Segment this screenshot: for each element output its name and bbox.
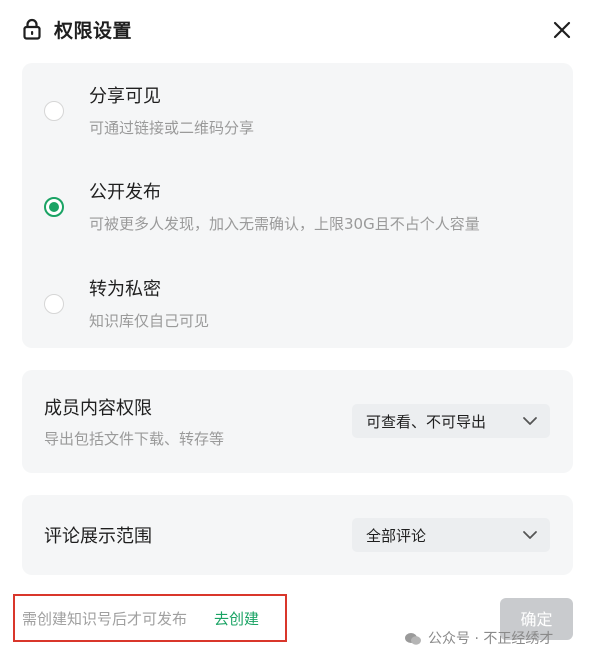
close-icon[interactable] xyxy=(548,16,576,44)
create-knowledge-link[interactable]: 去创建 xyxy=(214,608,259,629)
publish-notice-text: 需创建知识号后才可发布 xyxy=(22,610,188,628)
visibility-options-card: 分享可见 可通过链接或二维码分享 公开发布 可被更多人发现，加入无需确认，上限3… xyxy=(22,63,573,348)
option-public-publish[interactable]: 公开发布 可被更多人发现，加入无需确认，上限30G且不占个人容量 xyxy=(22,159,573,249)
option-desc: 可被更多人发现，加入无需确认，上限30G且不占个人容量 xyxy=(89,215,480,233)
chevron-down-icon xyxy=(523,417,537,425)
option-private[interactable]: 转为私密 知识库仅自己可见 xyxy=(22,256,573,346)
chevron-down-icon xyxy=(523,531,537,539)
watermark-text: 公众号 · 不正经绣才 xyxy=(428,631,554,647)
select-value: 可查看、不可导出 xyxy=(366,413,487,431)
comment-scope-card: 评论展示范围 全部评论 xyxy=(22,495,573,575)
lock-icon xyxy=(23,18,41,40)
option-desc: 知识库仅自己可见 xyxy=(89,312,210,330)
wechat-icon xyxy=(405,633,421,645)
option-title: 公开发布 xyxy=(89,182,161,203)
option-desc: 可通过链接或二维码分享 xyxy=(89,119,255,137)
radio-private[interactable] xyxy=(44,294,64,314)
permission-settings-dialog: 权限设置 分享可见 可通过链接或二维码分享 公开发布 可被更多人发现，加入无需确… xyxy=(0,0,600,647)
option-title: 分享可见 xyxy=(89,86,161,107)
dialog-title: 权限设置 xyxy=(54,20,133,42)
member-permission-card: 成员内容权限 导出包括文件下载、转存等 可查看、不可导出 xyxy=(22,370,573,473)
comment-scope-select[interactable]: 全部评论 xyxy=(352,518,550,552)
member-permission-desc: 导出包括文件下载、转存等 xyxy=(44,430,225,448)
select-value: 全部评论 xyxy=(366,527,427,545)
dialog-header: 权限设置 xyxy=(0,0,600,60)
comment-scope-title: 评论展示范围 xyxy=(44,526,152,547)
option-share-visible[interactable]: 分享可见 可通过链接或二维码分享 xyxy=(22,63,573,153)
radio-share-visible[interactable] xyxy=(44,101,64,121)
member-permission-title: 成员内容权限 xyxy=(44,398,152,419)
radio-public-publish[interactable] xyxy=(44,197,64,217)
member-permission-select[interactable]: 可查看、不可导出 xyxy=(352,404,550,438)
option-title: 转为私密 xyxy=(89,279,161,300)
